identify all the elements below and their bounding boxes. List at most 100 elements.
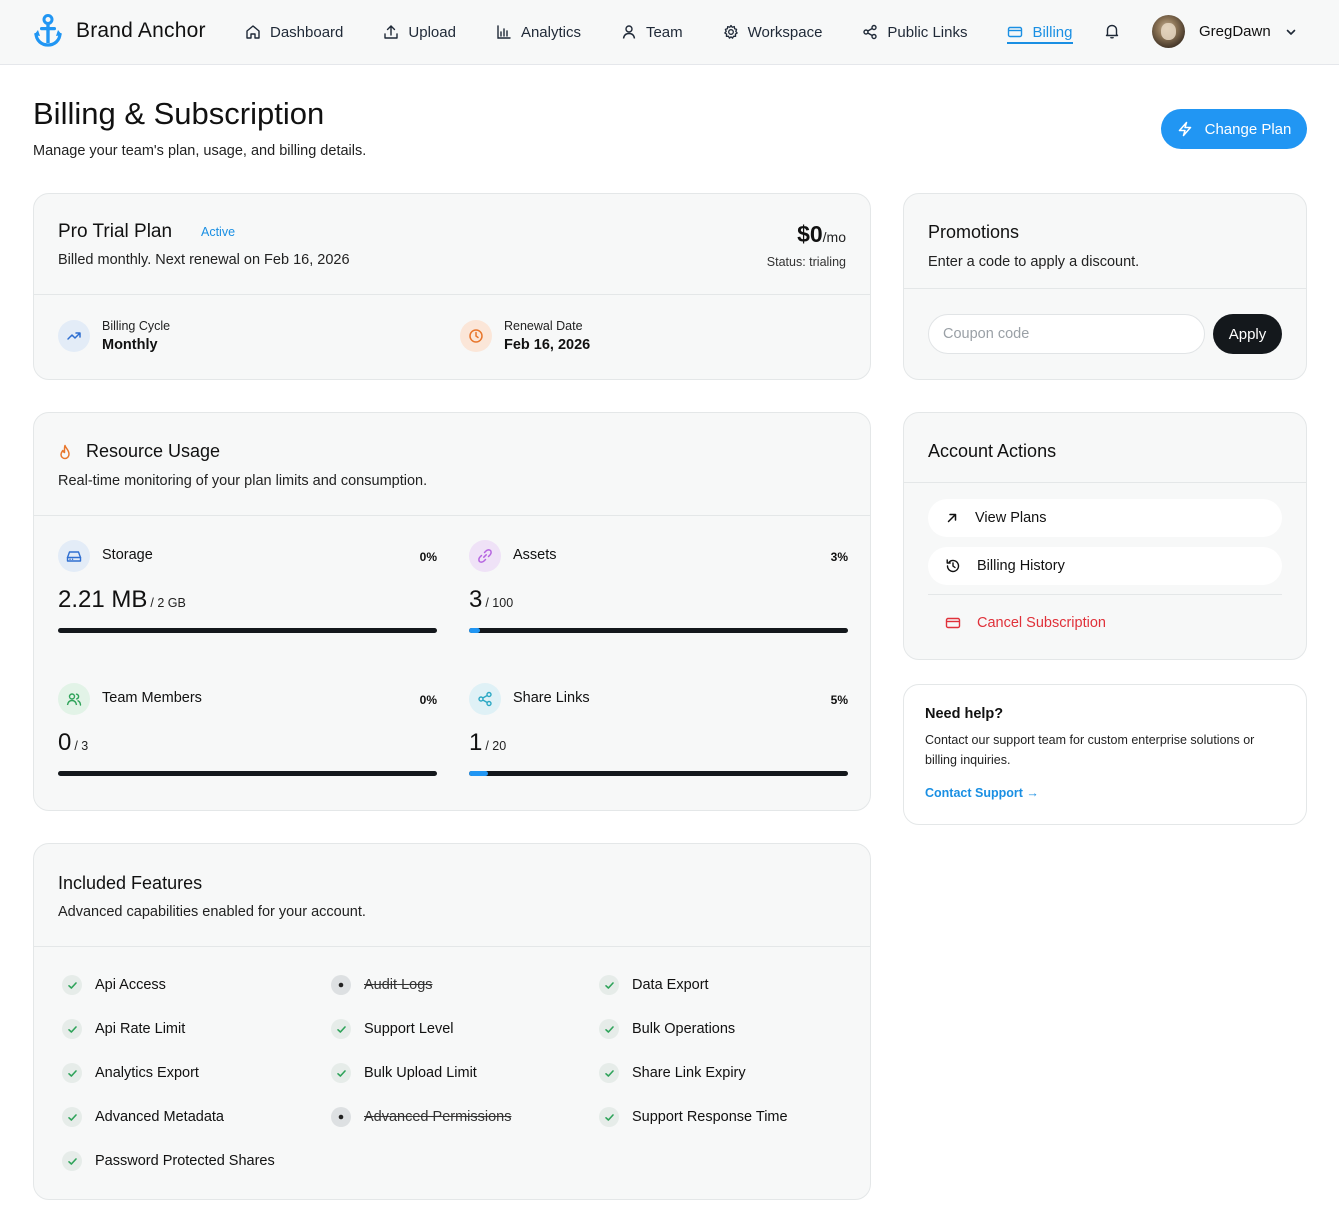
gear-icon: [723, 24, 738, 39]
renewal-date-value: Feb 16, 2026: [504, 337, 591, 353]
features-subtitle: Advanced capabilities enabled for your a…: [58, 904, 366, 920]
coupon-input[interactable]: [928, 314, 1205, 354]
nav-item-analytics[interactable]: Analytics: [496, 0, 581, 64]
feature-label: Support Level: [364, 1021, 454, 1037]
nav-item-dashboard[interactable]: Dashboard: [245, 0, 343, 64]
chevron-down-icon: [1286, 29, 1296, 35]
upload-icon: [384, 25, 399, 39]
home-icon: [246, 25, 260, 39]
usage-amount: 2.21 MB: [58, 586, 148, 613]
trending-up-icon: [58, 320, 90, 352]
user-menu[interactable]: GregDawn: [1152, 15, 1297, 48]
billing-history-button[interactable]: Billing History: [928, 547, 1282, 585]
usage-subtitle: Real-time monitoring of your plan limits…: [58, 473, 428, 489]
nav-label: Billing: [1032, 23, 1073, 41]
feature-label: Advanced Metadata: [95, 1109, 224, 1125]
check-icon: [62, 1063, 82, 1083]
feature-item: Data Export: [599, 975, 709, 995]
usage-value: 1/ 20: [469, 729, 506, 757]
nav-item-workspace[interactable]: Workspace: [723, 0, 822, 64]
nav-item-billing[interactable]: Billing: [1007, 0, 1073, 64]
credit-card-icon: [1008, 26, 1023, 38]
feature-item: Support Level: [331, 1019, 453, 1039]
features-title: Included Features: [58, 873, 203, 893]
nav-label: Team: [645, 23, 683, 41]
feature-item: Api Access: [62, 975, 166, 995]
usage-team-members: Team Members 0% 0/ 3: [58, 683, 437, 803]
main-nav: Dashboard Upload Analytics Team Workspac…: [245, 0, 1113, 64]
usage-label: Team Members: [102, 690, 202, 706]
cancel-subscription-button[interactable]: Cancel Subscription: [928, 604, 1282, 642]
renewal-date: Renewal Date Feb 16, 2026: [460, 319, 590, 353]
feature-item: Audit Logs: [331, 975, 433, 995]
arrow-up-right-icon: [947, 513, 957, 523]
usage-progress-bar: [469, 771, 848, 776]
feature-item: Password Protected Shares: [62, 1151, 275, 1171]
nav-label: Upload: [408, 23, 456, 41]
feature-label: Bulk Upload Limit: [364, 1065, 477, 1081]
check-icon: [599, 975, 619, 995]
usage-title: Resource Usage: [86, 441, 221, 461]
share-icon: [469, 683, 501, 715]
divider: [34, 946, 870, 947]
feature-label: Password Protected Shares: [95, 1153, 275, 1169]
bell-icon[interactable]: [1103, 22, 1121, 40]
usage-limit: / 3: [74, 739, 89, 753]
brand[interactable]: Brand Anchor: [34, 14, 206, 48]
share-icon: [863, 24, 878, 40]
feature-item: Advanced Permissions: [331, 1107, 512, 1127]
user-icon: [622, 25, 636, 39]
check-icon: [599, 1019, 619, 1039]
feature-item: Advanced Metadata: [62, 1107, 224, 1127]
billing-history-label: Billing History: [977, 558, 1065, 574]
price-amount: $0: [797, 221, 823, 247]
usage-value: 2.21 MB/ 2 GB: [58, 586, 186, 614]
dot-icon: [331, 1107, 351, 1127]
apply-button[interactable]: Apply: [1213, 314, 1282, 354]
feature-item: Share Link Expiry: [599, 1063, 746, 1083]
usage-value: 3/ 100: [469, 586, 513, 614]
view-plans-button[interactable]: View Plans: [928, 499, 1282, 537]
promotions-card: Promotions Enter a code to apply a disco…: [903, 193, 1307, 380]
check-icon: [62, 1151, 82, 1171]
feature-item: Bulk Operations: [599, 1019, 735, 1039]
nav-item-upload[interactable]: Upload: [383, 0, 456, 64]
history-icon: [946, 559, 960, 573]
usage-value: 0/ 3: [58, 729, 88, 757]
plan-status: Status: trialing: [766, 255, 846, 269]
usage-percent: 3%: [830, 550, 848, 564]
avatar: [1152, 15, 1185, 48]
plan-renewal-text: Billed monthly. Next renewal on Feb 16, …: [58, 252, 350, 268]
hard-drive-icon: [58, 540, 90, 572]
check-icon: [599, 1107, 619, 1127]
help-card: Need help? Contact our support team for …: [903, 684, 1307, 825]
page-title: Billing & Subscription: [33, 96, 325, 131]
usage-amount: 0: [58, 729, 72, 756]
change-plan-button[interactable]: Change Plan: [1161, 109, 1307, 149]
contact-support-link[interactable]: Contact Support →: [925, 786, 1039, 800]
plan-card: Pro Trial Plan Active Billed monthly. Ne…: [33, 193, 871, 380]
feature-label: Share Link Expiry: [632, 1065, 746, 1081]
feature-label: Api Rate Limit: [95, 1021, 186, 1037]
usage-percent: 0%: [419, 693, 437, 707]
check-icon: [62, 975, 82, 995]
feature-item: Api Rate Limit: [62, 1019, 185, 1039]
clock-icon: [460, 320, 492, 352]
nav-item-public-links[interactable]: Public Links: [862, 0, 967, 64]
account-actions-card: Account Actions View Plans Billing Histo…: [903, 412, 1307, 660]
usage-progress-bar: [58, 771, 437, 776]
flame-icon: [60, 444, 70, 460]
usage-progress-bar: [58, 628, 437, 633]
feature-item: Analytics Export: [62, 1063, 199, 1083]
usage-progress-fill: [469, 628, 481, 633]
usage-limit: / 2 GB: [150, 596, 186, 610]
users-icon: [58, 683, 90, 715]
promotions-subtitle: Enter a code to apply a discount.: [928, 254, 1140, 270]
nav-item-team[interactable]: Team: [621, 0, 683, 64]
usage-progress-fill: [469, 771, 488, 776]
check-icon: [62, 1107, 82, 1127]
billing-cycle-label: Billing Cycle: [102, 319, 171, 333]
renewal-date-label: Renewal Date: [504, 319, 583, 333]
link-icon: [469, 540, 501, 572]
feature-item: Bulk Upload Limit: [331, 1063, 477, 1083]
